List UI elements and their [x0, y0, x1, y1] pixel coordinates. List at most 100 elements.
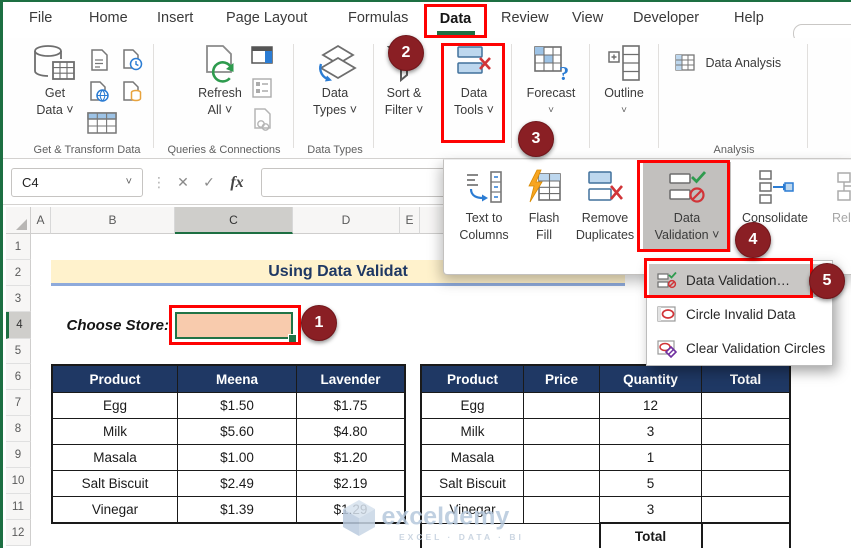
- row-header-5[interactable]: 5: [6, 339, 31, 364]
- tab-file[interactable]: File: [29, 10, 52, 26]
- cancel-icon[interactable]: ✕: [171, 168, 195, 197]
- row-header-11[interactable]: 11: [6, 494, 31, 520]
- table-cell[interactable]: Salt Biscuit: [51, 470, 178, 497]
- table-cell[interactable]: 3: [599, 418, 702, 445]
- column-header-c-selected[interactable]: C: [175, 207, 293, 234]
- table-cell[interactable]: [523, 418, 600, 445]
- edit-links-button[interactable]: [251, 108, 273, 137]
- table-cell[interactable]: Masala: [420, 444, 524, 471]
- flash-fill-button[interactable]: Flash Fill: [518, 163, 570, 257]
- table-cell[interactable]: Egg: [420, 392, 524, 419]
- row-header-8[interactable]: 8: [6, 416, 31, 442]
- table-cell[interactable]: [701, 392, 791, 419]
- table-cell[interactable]: 5: [599, 470, 702, 497]
- table-cell[interactable]: [523, 496, 600, 524]
- table-cell[interactable]: $1.75: [296, 392, 406, 419]
- text-to-columns-button[interactable]: Text to Columns: [452, 163, 516, 257]
- get-data-button[interactable]: [31, 44, 77, 91]
- table-cell[interactable]: $1.00: [177, 444, 297, 471]
- data-types-button[interactable]: [315, 44, 357, 89]
- menu-item-clear-validation-circles[interactable]: Clear Validation Circles: [649, 332, 830, 365]
- refresh-all-button[interactable]: [199, 44, 241, 91]
- table-cell[interactable]: [523, 444, 600, 471]
- table-cell[interactable]: $1.29: [296, 496, 406, 524]
- table-cell[interactable]: 12: [599, 392, 702, 419]
- total-value-cell[interactable]: [700, 522, 791, 548]
- queries-connections-button[interactable]: [251, 46, 273, 71]
- recent-sources-button[interactable]: [120, 48, 144, 77]
- data-analysis-button[interactable]: Data Analysis: [675, 54, 781, 72]
- enter-icon[interactable]: ✓: [197, 168, 221, 197]
- table-cell[interactable]: 1: [599, 444, 702, 471]
- fx-icon[interactable]: fx: [225, 168, 249, 197]
- tab-insert[interactable]: Insert: [157, 10, 193, 26]
- table-cell[interactable]: $2.49: [177, 470, 297, 497]
- header-cell[interactable]: Price: [523, 364, 600, 393]
- row-header-1[interactable]: 1: [6, 234, 31, 260]
- table-cell[interactable]: [701, 496, 791, 524]
- table-cell[interactable]: [701, 418, 791, 445]
- choose-store-label[interactable]: Choose Store:: [43, 312, 169, 339]
- forecast-button[interactable]: ?: [533, 44, 571, 87]
- header-cell[interactable]: Product: [51, 364, 178, 393]
- column-header-e[interactable]: E: [400, 207, 420, 234]
- table-cell[interactable]: $4.80: [296, 418, 406, 445]
- table-cell[interactable]: Vinegar: [51, 496, 178, 524]
- from-table-range-button[interactable]: [87, 112, 117, 139]
- total-label-cell[interactable]: Total: [598, 522, 703, 548]
- column-header-b[interactable]: B: [51, 207, 175, 234]
- from-text-csv-button[interactable]: [87, 48, 111, 77]
- table-cell[interactable]: Salt Biscuit: [420, 470, 524, 497]
- tab-developer[interactable]: Developer: [633, 10, 699, 26]
- column-header-d[interactable]: D: [293, 207, 400, 234]
- tab-page-layout[interactable]: Page Layout: [226, 10, 307, 26]
- header-cell[interactable]: Total: [701, 364, 791, 393]
- header-cell[interactable]: Lavender: [296, 364, 406, 393]
- header-cell[interactable]: Product: [420, 364, 524, 393]
- table-cell[interactable]: [523, 392, 600, 419]
- table-cell[interactable]: $1.50: [177, 392, 297, 419]
- select-all-corner[interactable]: [6, 207, 31, 234]
- table-cell[interactable]: $5.60: [177, 418, 297, 445]
- table-cell[interactable]: Milk: [51, 418, 178, 445]
- fill-handle[interactable]: [288, 334, 297, 343]
- menu-item-data-validation[interactable]: Data Validation…: [649, 264, 830, 297]
- table-cell[interactable]: Masala: [51, 444, 178, 471]
- name-box-chevron-icon[interactable]: ˅: [126, 169, 132, 196]
- tab-home[interactable]: Home: [89, 10, 128, 26]
- header-cell[interactable]: Meena: [177, 364, 297, 393]
- tab-help[interactable]: Help: [734, 10, 764, 26]
- tab-view[interactable]: View: [572, 10, 603, 26]
- relationships-button[interactable]: Relat: [826, 163, 851, 257]
- table-cell[interactable]: [701, 470, 791, 497]
- row-header-9[interactable]: 9: [6, 442, 31, 468]
- table-cell[interactable]: $1.39: [177, 496, 297, 524]
- properties-button[interactable]: [252, 78, 272, 103]
- header-cell[interactable]: Quantity: [599, 364, 702, 393]
- outline-button[interactable]: [607, 44, 643, 87]
- table-cell[interactable]: Egg: [51, 392, 178, 419]
- data-validation-button[interactable]: Data Validation ˅: [644, 163, 730, 257]
- table-cell[interactable]: $1.20: [296, 444, 406, 471]
- data-tools-button[interactable]: [455, 44, 493, 85]
- table-cell[interactable]: Vinegar: [420, 496, 524, 524]
- existing-connections-button[interactable]: [120, 80, 144, 109]
- column-header-a[interactable]: A: [31, 207, 51, 234]
- row-header-12[interactable]: 12: [6, 520, 31, 546]
- row-header-4-selected[interactable]: 4: [6, 312, 31, 339]
- store-input-cell[interactable]: [175, 312, 293, 339]
- table-cell[interactable]: [523, 470, 600, 497]
- remove-duplicates-button[interactable]: Remove Duplicates: [566, 163, 644, 257]
- table-cell[interactable]: [701, 444, 791, 471]
- menu-item-circle-invalid-data[interactable]: Circle Invalid Data: [649, 298, 830, 331]
- tab-review[interactable]: Review: [501, 10, 549, 26]
- table-cell[interactable]: Milk: [420, 418, 524, 445]
- row-header-7[interactable]: 7: [6, 390, 31, 416]
- row-header-10[interactable]: 10: [6, 468, 31, 494]
- table-cell[interactable]: $2.19: [296, 470, 406, 497]
- row-header-6[interactable]: 6: [6, 364, 31, 390]
- row-header-3[interactable]: 3: [6, 286, 31, 312]
- from-web-button[interactable]: [87, 80, 111, 109]
- row-header-2[interactable]: 2: [6, 260, 31, 286]
- tab-formulas[interactable]: Formulas: [348, 10, 408, 26]
